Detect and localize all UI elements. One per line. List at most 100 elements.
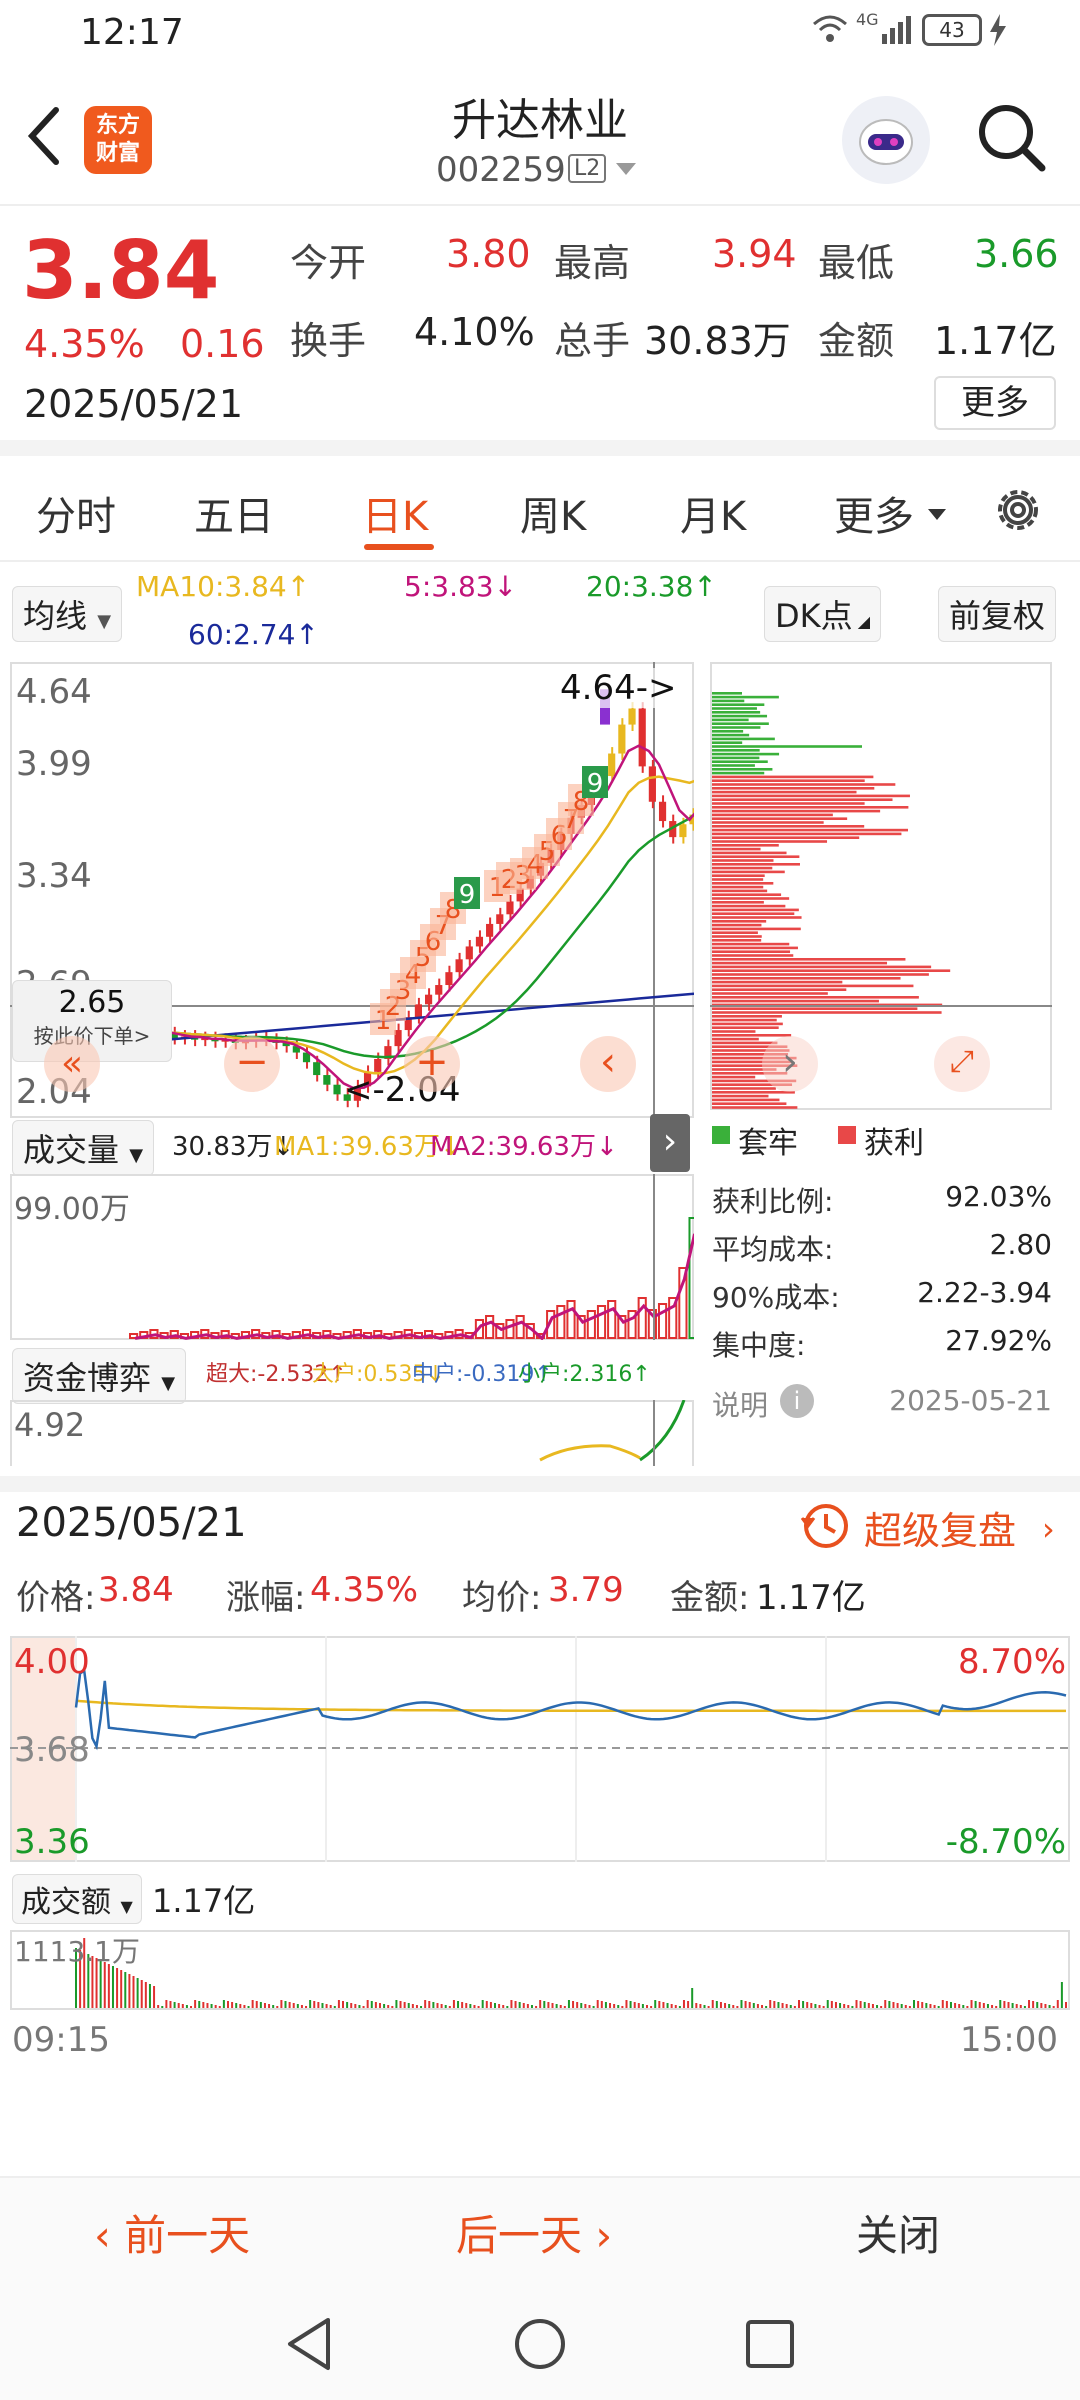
chip-bar (712, 1087, 776, 1090)
detail-date: 2025/05/21 (16, 1500, 247, 1546)
zoom-in-icon[interactable]: + (404, 1036, 460, 1092)
candle-body (628, 708, 636, 725)
y-axis-label: 3.99 (16, 744, 92, 784)
td-marker-number: 9 (587, 769, 604, 799)
scroll-left-icon[interactable]: « (44, 1036, 100, 1092)
nav-recents-icon[interactable] (744, 2318, 796, 2370)
back-icon[interactable] (24, 104, 64, 168)
amt-value: 1.17亿 (756, 1578, 866, 1618)
volume-ma-line (134, 1233, 694, 1340)
field-label: 总手 (554, 319, 631, 363)
app-logo[interactable]: 东方 财富 (84, 106, 152, 174)
chevron-down-icon: ▼ (97, 611, 112, 632)
volume-bar (657, 1303, 668, 1339)
nav-back-icon[interactable] (284, 2316, 334, 2372)
amount-selector[interactable]: 成交额 ▼ (12, 1874, 142, 1924)
super-replay-link[interactable]: 超级复盘 (864, 1500, 1016, 1555)
chevron-down-icon: ▼ (129, 1145, 144, 1166)
chip-bar (712, 741, 743, 744)
capital-chart[interactable] (10, 1400, 694, 1466)
capital-frame (10, 1400, 694, 1466)
chip-bar (712, 977, 901, 980)
chip-bar (712, 851, 787, 855)
chip-bar (712, 825, 865, 828)
chip-bar (712, 920, 767, 923)
td-sequence-markers: 123456789123456789 (370, 766, 608, 1036)
trapped-legend-swatch (712, 1126, 730, 1144)
field-label: 今开 (290, 241, 367, 285)
candle-body (658, 801, 667, 822)
note-label[interactable]: 说明 (712, 1384, 768, 1424)
amount-total: 1.17亿 (152, 1882, 256, 1920)
candle-body (496, 914, 504, 924)
chip-bar (712, 730, 744, 733)
capital-value: 4.92 (14, 1406, 86, 1444)
avg-cost-value: 2.80 (989, 1228, 1052, 1261)
amount-bars (75, 1938, 1067, 2008)
chip-bar (712, 1102, 787, 1105)
chip-bar (712, 942, 790, 946)
chip-bar (712, 935, 762, 938)
period-tabs: 分时 五日 日K 周K 月K 更多 (0, 466, 1080, 562)
chip-bar (712, 958, 906, 961)
quote-panel: 3.84 4.35% 0.16 2025/05/21 今开 3.80 最高 3.… (0, 206, 1080, 456)
close-button[interactable]: 关闭 (856, 2202, 940, 2263)
tab-monthly-k[interactable]: 月K (680, 484, 746, 542)
high-marker: 4.64-> (560, 668, 677, 708)
tab-weekly-k[interactable]: 周K (520, 484, 586, 542)
time-start: 09:15 (12, 2020, 110, 2060)
gear-icon[interactable] (990, 482, 1046, 538)
tab-five-day[interactable]: 五日 (194, 484, 274, 542)
candle-body (455, 959, 463, 973)
chevron-down-icon[interactable] (928, 506, 946, 520)
history-icon[interactable] (800, 1500, 850, 1550)
expand-panel-icon[interactable]: › (650, 1114, 690, 1172)
tab-intraday[interactable]: 分时 (36, 484, 116, 542)
stock-name: 升达林业 (452, 95, 628, 146)
volume-selector[interactable]: 成交量 ▼ (12, 1120, 155, 1176)
chip-bar (712, 1075, 756, 1079)
search-icon[interactable] (976, 102, 1048, 174)
wifi-icon (812, 14, 848, 44)
robot-assistant-icon[interactable] (842, 96, 930, 184)
nav-home-icon[interactable] (512, 2316, 568, 2372)
chip-bar (712, 783, 896, 786)
step-right-icon[interactable]: › (762, 1036, 818, 1092)
volume-bar (556, 1305, 566, 1339)
prev-day-button[interactable]: ‹ 前一天 (94, 2202, 250, 2263)
chip-bar (712, 870, 785, 874)
chip-bar (712, 832, 902, 836)
step-left-icon[interactable]: ‹ (580, 1036, 636, 1092)
dk-point-selector[interactable]: DK点 ◢ (764, 586, 882, 642)
chip-bar (712, 1041, 778, 1045)
chip-bar (712, 798, 893, 801)
chip-bar (712, 855, 800, 858)
capital-small-line (639, 1400, 686, 1462)
dropdown-icon[interactable] (616, 162, 636, 176)
more-button[interactable]: 更多 (934, 376, 1056, 430)
candle-body (486, 923, 494, 937)
next-day-button[interactable]: 后一天 › (456, 2202, 612, 2263)
fullscreen-icon[interactable]: ⤢ (934, 1036, 990, 1092)
chip-bar (712, 794, 910, 798)
candle-body (313, 1062, 321, 1076)
chip-bar (712, 988, 847, 991)
level-badge[interactable]: L2 (568, 154, 607, 183)
zoom-out-icon[interactable]: − (224, 1036, 280, 1092)
capital-selector[interactable]: 资金博弈 ▼ (12, 1348, 187, 1404)
td-marker-number: 9 (459, 880, 476, 910)
info-icon[interactable]: i (780, 1384, 814, 1418)
ma5-label: 5:3.83↓ (404, 570, 518, 603)
active-tab-indicator (364, 544, 434, 550)
chevron-right-icon[interactable]: › (1042, 1510, 1055, 1548)
tab-more[interactable]: 更多 (834, 484, 914, 542)
chip-bar (712, 764, 755, 767)
adjust-selector[interactable]: 前复权 (938, 586, 1057, 642)
chip-bar (712, 866, 773, 870)
amount-value: 1.17亿 (934, 319, 1057, 363)
tab-daily-k[interactable]: 日K (362, 484, 428, 542)
trapped-legend: 套牢 (738, 1126, 798, 1161)
chip-label: 集中度: (712, 1329, 806, 1362)
chip-bar (712, 1015, 782, 1018)
ma-selector[interactable]: 均线 ▼ (12, 586, 123, 642)
